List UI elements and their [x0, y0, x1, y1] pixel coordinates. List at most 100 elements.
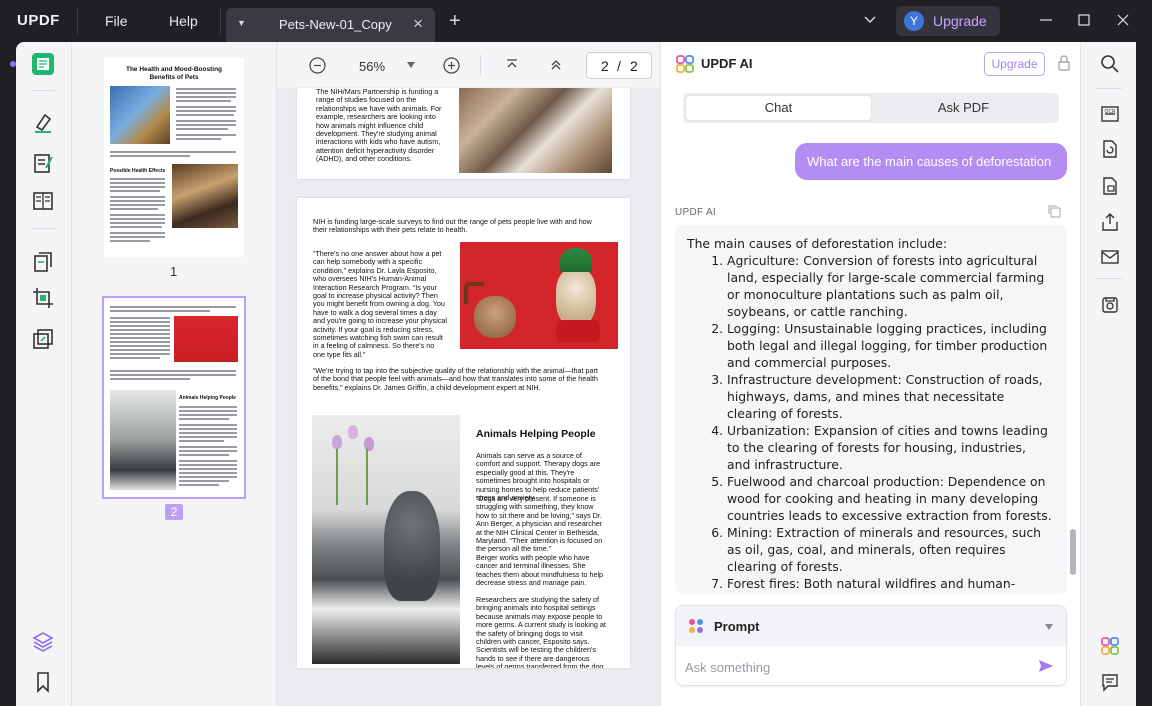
- avatar[interactable]: Y: [904, 11, 924, 31]
- bookmark-icon[interactable]: [31, 670, 55, 694]
- tab-dropdown-icon[interactable]: ▼: [237, 18, 246, 28]
- share-icon[interactable]: [1100, 212, 1120, 232]
- thumbnail-gray-cat-image: [110, 390, 176, 490]
- menu-file[interactable]: File: [105, 13, 128, 29]
- prompt-dropdown-icon[interactable]: [1045, 624, 1053, 630]
- answer-item: Agriculture: Conversion of forests into …: [727, 252, 1053, 320]
- thumbnail-dog-image: [172, 164, 238, 228]
- reader-icon[interactable]: [31, 52, 55, 76]
- ocr-icon[interactable]: OCR: [1100, 104, 1120, 124]
- layers-icon[interactable]: [31, 630, 55, 654]
- prompt-label: Prompt: [714, 619, 760, 634]
- thumbnail-number-2: 2: [165, 504, 183, 520]
- prompt-icon: [689, 619, 703, 633]
- first-page-icon[interactable]: [505, 58, 519, 72]
- page2-quote-griffin: “We're trying to tap into the subjective…: [313, 366, 598, 392]
- convert-icon[interactable]: [1100, 139, 1120, 159]
- close-window-icon[interactable]: [1114, 11, 1132, 29]
- answer-item: Fuelwood and charcoal production: Depend…: [727, 473, 1053, 524]
- lock-icon[interactable]: [1058, 55, 1070, 71]
- answer-list: Agriculture: Conversion of forests into …: [687, 252, 1053, 594]
- document-toolbar: 56% 2 / 2: [277, 42, 660, 88]
- title-bar: UPDF File Help ▼ Pets-New-01_Copy × + Y …: [0, 0, 1152, 42]
- pdf-page-1: The NIH/Mars Partnership is funding a ra…: [297, 88, 630, 179]
- thumbnail-cat-image: [110, 86, 170, 144]
- page2-para-berger: Berger works with people who have cancer…: [476, 553, 604, 588]
- zoom-level[interactable]: 56%: [359, 59, 385, 74]
- page-indicator[interactable]: 2 / 2: [586, 52, 652, 79]
- tab-close-icon[interactable]: ×: [413, 14, 423, 34]
- page2-quote-esposito: “There's no one answer about how a pet c…: [313, 249, 448, 359]
- answer-item: Forest fires: Both natural wildfires and…: [727, 575, 1053, 594]
- pages-icon[interactable]: [31, 250, 55, 274]
- ai-mode-tabs: Chat Ask PDF: [683, 93, 1059, 123]
- upgrade-button[interactable]: Y Upgrade: [896, 6, 1000, 36]
- left-tool-rail: [10, 42, 72, 706]
- page2-para-dogs-present: “Dogs are very present. If someone is st…: [476, 494, 603, 554]
- new-tab-icon[interactable]: +: [449, 11, 461, 31]
- zoom-in-icon[interactable]: [443, 57, 460, 74]
- send-icon[interactable]: [1038, 658, 1054, 674]
- menu-help[interactable]: Help: [169, 13, 198, 29]
- ai-panel-title: UPDF AI: [701, 56, 753, 71]
- upgrade-label: Upgrade: [933, 13, 987, 29]
- crop-icon[interactable]: [31, 286, 55, 310]
- tab-ask-pdf[interactable]: Ask PDF: [871, 96, 1056, 120]
- answer-scrollbar[interactable]: [1070, 529, 1076, 575]
- answer-item: Urbanization: Expansion of cities and to…: [727, 422, 1053, 473]
- highlighter-icon[interactable]: [31, 111, 55, 135]
- thumbnail-dogs-image: [174, 316, 238, 362]
- email-icon[interactable]: [1100, 247, 1120, 267]
- right-tool-rail: OCR: [1080, 42, 1136, 706]
- protect-icon[interactable]: [1100, 176, 1120, 196]
- active-indicator: [10, 61, 16, 67]
- ai-assistant-icon[interactable]: [1100, 636, 1120, 656]
- compress-icon[interactable]: [31, 327, 55, 351]
- page1-partnership-text: The NIH/Mars Partnership is funding a ra…: [316, 88, 442, 164]
- answer-item: Logging: Unsustainable logging practices…: [727, 320, 1053, 371]
- thumbnail-page-2[interactable]: Animals Helping People: [102, 296, 246, 499]
- ai-answer: The main causes of deforestation include…: [675, 225, 1067, 594]
- page2-heading: Animals Helping People: [476, 428, 596, 440]
- updf-ai-logo-icon: [676, 55, 694, 73]
- answer-item: Mining: Extraction of minerals and resou…: [727, 524, 1053, 575]
- user-message: What are the main causes of deforestatio…: [795, 143, 1067, 180]
- tab-chat[interactable]: Chat: [686, 96, 871, 120]
- zoom-out-icon[interactable]: [309, 57, 326, 74]
- zoom-dropdown-icon[interactable]: [407, 62, 415, 68]
- document-viewer[interactable]: 56% 2 / 2 The NIH/Mars Partnership is fu…: [277, 42, 660, 706]
- cat-tulips-image: [312, 415, 460, 664]
- kittens-image: [459, 88, 612, 173]
- page2-intro-text: NIH is funding large-scale surveys to fi…: [313, 217, 592, 235]
- tab-title: Pets-New-01_Copy: [279, 17, 392, 32]
- ai-upgrade-button[interactable]: Upgrade: [984, 52, 1045, 76]
- prompt-selector[interactable]: Prompt: [676, 606, 1066, 646]
- copy-icon[interactable]: [1047, 204, 1061, 218]
- total-pages: 2: [630, 58, 638, 74]
- page2-para-researchers: Researchers are studying the safety of b…: [476, 595, 606, 668]
- document-tab[interactable]: ▼ Pets-New-01_Copy ×: [226, 8, 435, 42]
- minimize-icon[interactable]: [1037, 11, 1055, 29]
- current-page-number[interactable]: 2: [601, 58, 609, 74]
- ai-assistant-panel: UPDF AI Upgrade Chat Ask PDF What are th…: [660, 42, 1080, 706]
- pdf-page-2: NIH is funding large-scale surveys to fi…: [297, 198, 630, 668]
- ai-sender-label: UPDF AI: [675, 207, 716, 218]
- thumbnail-panel: The Health and Mood-Boosting Benefits of…: [72, 42, 277, 706]
- comment-icon[interactable]: [1100, 672, 1120, 692]
- search-icon[interactable]: [1100, 54, 1120, 74]
- save-icon[interactable]: [1100, 295, 1120, 315]
- svg-text:OCR: OCR: [1105, 109, 1116, 115]
- maximize-icon[interactable]: [1075, 11, 1093, 29]
- dogs-costume-image: [460, 242, 618, 349]
- previous-page-icon[interactable]: [549, 58, 563, 72]
- thumbnail-number-1: 1: [170, 264, 178, 279]
- app-logo: UPDF: [17, 12, 60, 29]
- organize-icon[interactable]: [31, 189, 55, 213]
- answer-intro: The main causes of deforestation include…: [687, 236, 948, 251]
- prompt-box: Prompt: [675, 605, 1067, 686]
- answer-item: Infrastructure development: Construction…: [727, 371, 1053, 422]
- chevron-down-icon[interactable]: [863, 12, 877, 26]
- thumbnail-page-1[interactable]: The Health and Mood-Boosting Benefits of…: [104, 58, 244, 257]
- ask-input[interactable]: [685, 658, 1025, 676]
- edit-pdf-icon[interactable]: [31, 151, 55, 175]
